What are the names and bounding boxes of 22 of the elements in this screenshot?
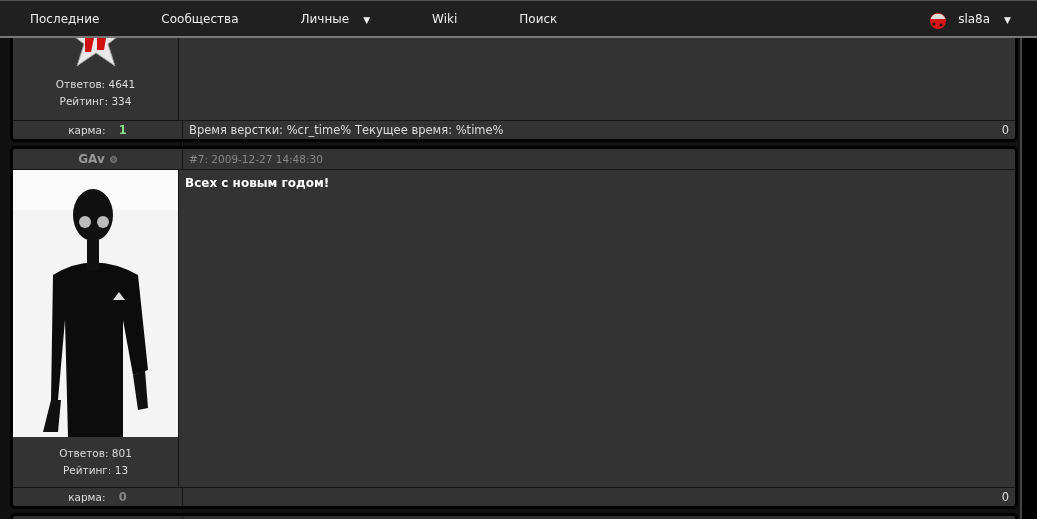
karma-value: 1	[118, 123, 127, 137]
karma-label: карма:	[68, 491, 106, 503]
post-text: Всех с новым годом!	[184, 175, 331, 192]
nav-link[interactable]: Сообщества	[161, 11, 239, 26]
caret-icon: ▼	[363, 14, 371, 25]
author-name[interactable]: GAv	[78, 152, 105, 166]
nav-link[interactable]: Личные ▼	[300, 11, 371, 26]
nav-link[interactable]: Wiki	[432, 11, 458, 26]
nav-link[interactable]: Поиск	[519, 11, 558, 26]
user-stat: Рейтинг: 13	[61, 463, 130, 478]
post-meta: #7: 2009-12-27 14:48:30	[188, 152, 324, 167]
signature-text: Время верстки: %cr_time% Текущее время: %time%	[189, 123, 504, 137]
comment-count: 0	[1001, 123, 1009, 137]
user-stat: Рейтинг: 334	[58, 94, 133, 109]
caret-icon: ▼	[1004, 14, 1011, 25]
karma-label: карма:	[68, 124, 106, 136]
karma-value: 0	[118, 490, 127, 504]
user-menu[interactable]: sla8a ▼	[958, 11, 1011, 26]
nav-link[interactable]: Последние	[30, 11, 100, 26]
user-stat: Ответов: 801	[59, 446, 132, 461]
user-stat: Ответов: 4641	[55, 77, 136, 92]
comment-count: 0	[1001, 490, 1009, 504]
